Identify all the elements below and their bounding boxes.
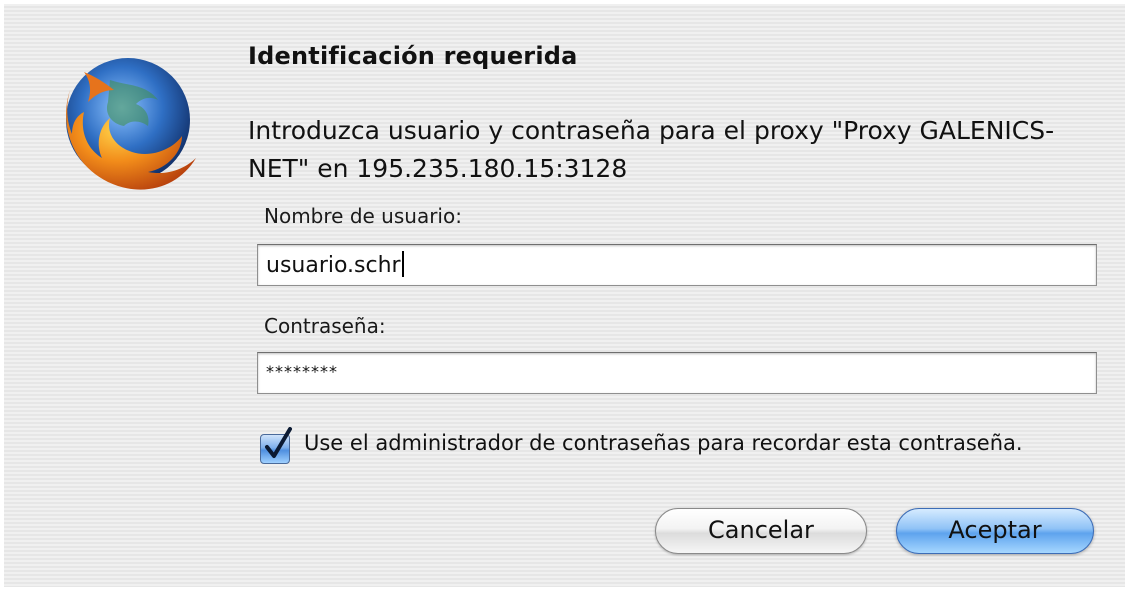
- dialog-message: Introduzca usuario y contraseña para el …: [248, 116, 1055, 183]
- text-cursor: [401, 251, 404, 277]
- password-label: Contraseña:: [264, 314, 386, 338]
- username-input[interactable]: usuario.schr: [257, 244, 1097, 286]
- proxy-auth-dialog: Identificación requerida Introduzca usua…: [4, 4, 1125, 587]
- username-value: usuario.schr: [266, 253, 401, 278]
- remember-password-label[interactable]: Use el administrador de contraseñas para…: [304, 428, 1064, 458]
- checkmark-icon: [265, 427, 292, 458]
- firefox-logo-icon: [50, 50, 200, 200]
- username-label: Nombre de usuario:: [264, 204, 462, 228]
- accept-button[interactable]: Aceptar: [896, 508, 1094, 554]
- password-input[interactable]: ********: [257, 352, 1097, 394]
- dialog-title: Identificación requerida: [248, 42, 578, 70]
- password-masked-value: ********: [266, 362, 338, 381]
- cancel-button[interactable]: Cancelar: [655, 508, 867, 554]
- remember-password-checkbox[interactable]: [260, 427, 292, 464]
